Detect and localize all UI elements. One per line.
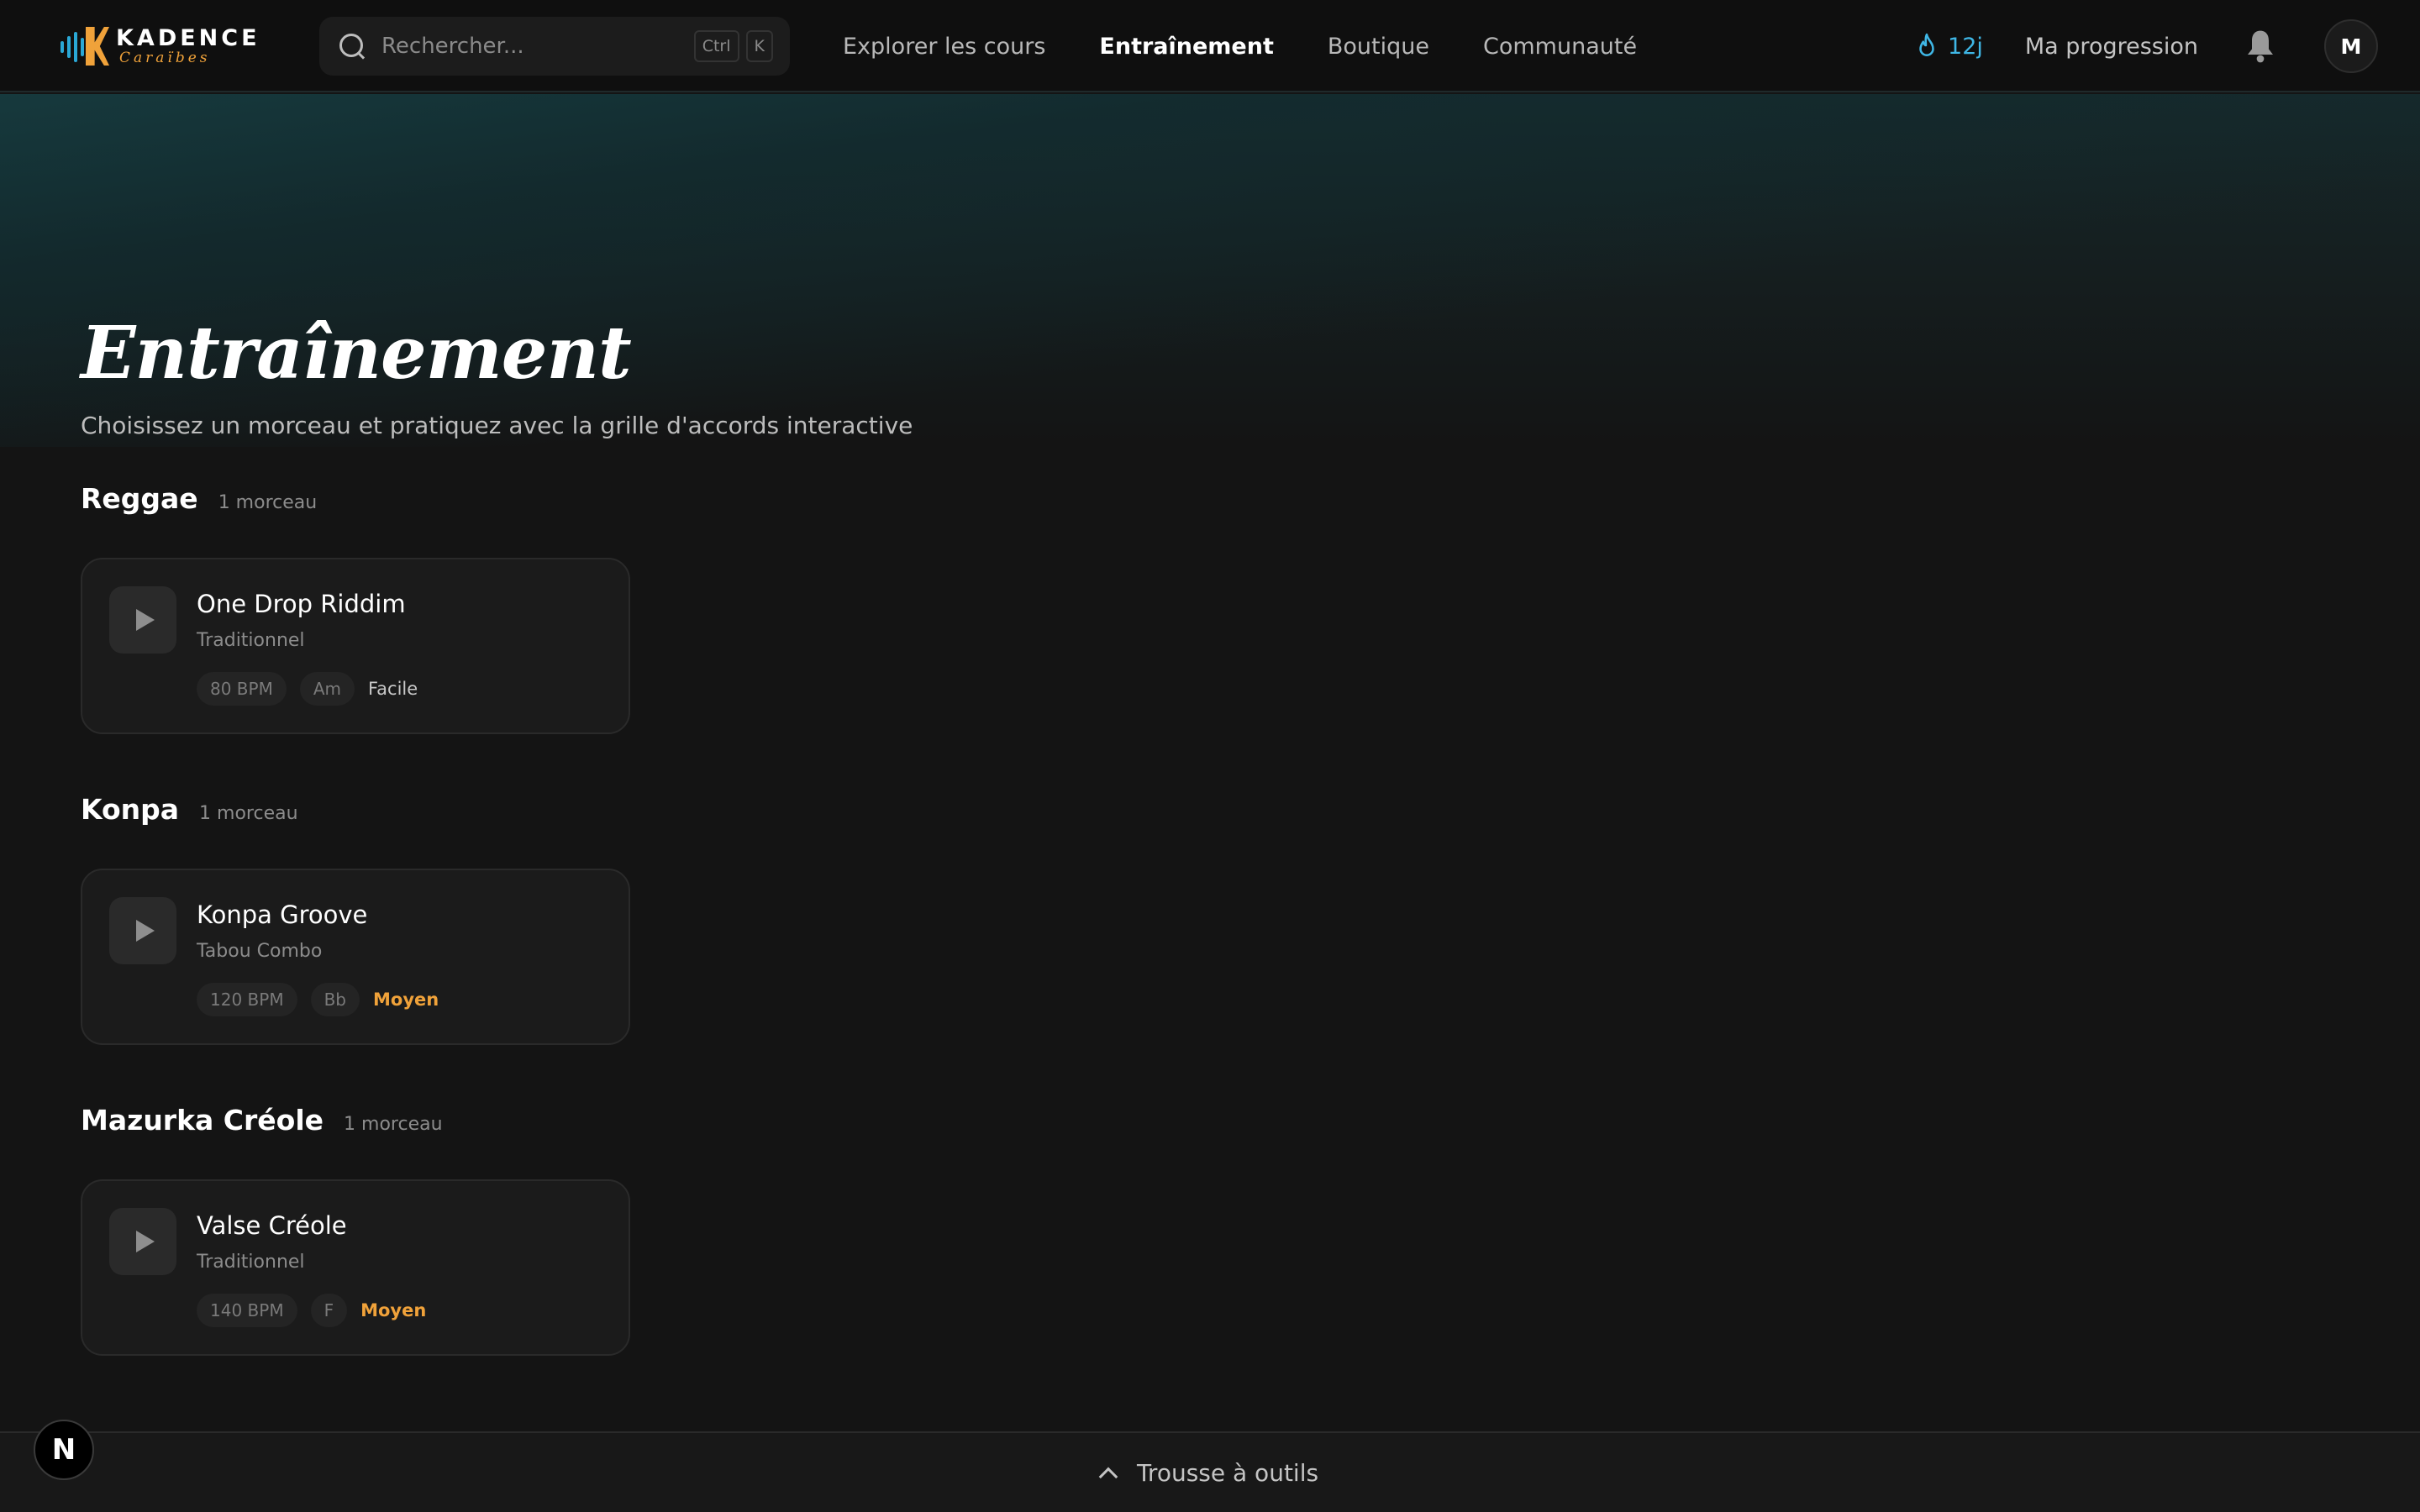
section-count: 1 morceau — [218, 492, 318, 513]
key-tag: Am — [299, 672, 355, 706]
toolbox-toggle-button[interactable]: Trousse à outils — [1098, 1458, 1319, 1487]
song-title: Konpa Groove — [197, 900, 368, 929]
shortcut-ctrl-key: Ctrl — [693, 30, 739, 62]
search-input[interactable] — [381, 34, 687, 59]
song-title: Valse Créole — [197, 1211, 347, 1240]
section-konpa: Konpa 1 morceau Konpa Groove Tabou Combo… — [81, 793, 635, 1045]
song-artist: Traditionnel — [197, 630, 305, 651]
nav-boutique[interactable]: Boutique — [1328, 34, 1429, 60]
brand-tagline: Caraïbes — [119, 50, 211, 66]
song-card-valse-creole[interactable]: Valse Créole Traditionnel 140 BPM F Moye… — [81, 1179, 630, 1356]
play-button[interactable] — [109, 586, 176, 654]
nav-entrainement[interactable]: Entraînement — [1099, 34, 1273, 60]
bpm-tag: 120 BPM — [197, 983, 297, 1016]
page-title: Entraînement — [81, 311, 632, 396]
section-title: Konpa — [81, 793, 180, 826]
play-icon — [136, 609, 155, 631]
key-tag: Bb — [310, 983, 360, 1016]
section-count: 1 morceau — [199, 803, 298, 824]
section-reggae: Reggae 1 morceau One Drop Riddim Traditi… — [81, 482, 635, 734]
difficulty-label: Moyen — [360, 1300, 427, 1320]
flame-icon — [1919, 33, 1934, 56]
nav-explorer-les-cours[interactable]: Explorer les cours — [843, 34, 1045, 60]
play-icon — [136, 920, 155, 942]
bpm-tag: 140 BPM — [197, 1294, 297, 1327]
section-title: Reggae — [81, 482, 198, 515]
search-icon — [336, 30, 368, 62]
search-bar[interactable]: Ctrl K — [319, 17, 790, 76]
song-artist: Tabou Combo — [197, 941, 323, 962]
dev-tools-badge[interactable]: N — [34, 1420, 94, 1480]
section-mazurka-creole: Mazurka Créole 1 morceau Valse Créole Tr… — [81, 1104, 635, 1356]
play-button[interactable] — [109, 1208, 176, 1275]
brand-name: KADENCE — [116, 25, 260, 51]
song-card-one-drop-riddim[interactable]: One Drop Riddim Traditionnel 80 BPM Am F… — [81, 558, 630, 734]
song-artist: Traditionnel — [197, 1252, 305, 1273]
bottom-toolbar: Trousse à outils — [0, 1431, 2420, 1512]
brand-logo[interactable]: KADENCE Caraïbes — [60, 27, 260, 66]
top-navigation-bar: KADENCE Caraïbes Ctrl K Explorer les cou… — [0, 0, 2420, 92]
chevron-up-icon — [1098, 1467, 1118, 1487]
page-subtitle: Choisissez un morceau et pratiquez avec … — [81, 412, 913, 439]
streak-value: 12j — [1948, 33, 1983, 60]
key-tag: F — [310, 1294, 348, 1327]
my-progress-link[interactable]: Ma progression — [2025, 34, 2198, 60]
play-button[interactable] — [109, 897, 176, 964]
main-nav: Explorer les cours Entraînement Boutique… — [843, 0, 1637, 92]
song-title: One Drop Riddim — [197, 590, 406, 618]
toolbox-label: Trousse à outils — [1136, 1458, 1319, 1487]
bpm-tag: 80 BPM — [197, 672, 287, 706]
difficulty-label: Facile — [368, 679, 418, 699]
section-title: Mazurka Créole — [81, 1104, 324, 1137]
shortcut-k-key: K — [745, 30, 773, 62]
logo-mark-icon — [60, 27, 109, 66]
bell-icon[interactable] — [2244, 28, 2277, 65]
user-tools: 12j Ma progression M — [1916, 0, 2420, 92]
avatar[interactable]: M — [2324, 19, 2378, 73]
section-count: 1 morceau — [344, 1114, 443, 1135]
play-icon — [136, 1231, 155, 1252]
nav-communaute[interactable]: Communauté — [1483, 34, 1637, 60]
song-card-konpa-groove[interactable]: Konpa Groove Tabou Combo 120 BPM Bb Moye… — [81, 869, 630, 1045]
difficulty-label: Moyen — [373, 990, 439, 1010]
streak-counter[interactable]: 12j — [1916, 33, 1983, 60]
